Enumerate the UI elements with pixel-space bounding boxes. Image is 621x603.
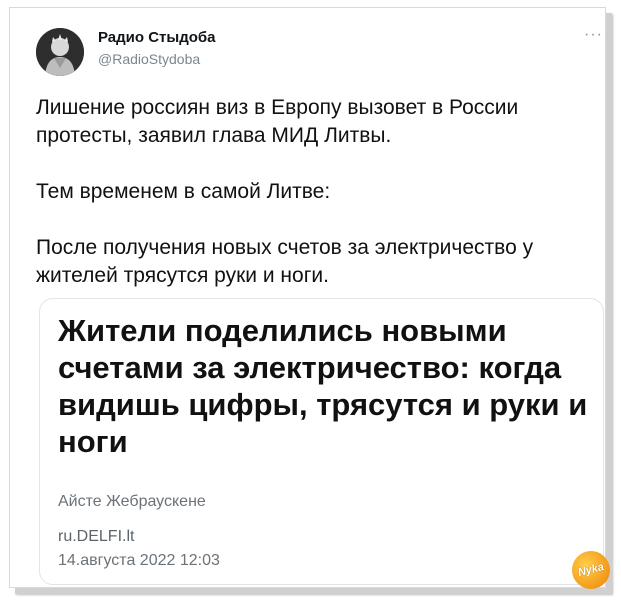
tweet-card: Радио Стыдоба @RadioStydoba ··· Лишение … — [9, 7, 615, 594]
user-name[interactable]: Радио Стыдоба — [98, 29, 216, 46]
avatar-image — [36, 28, 84, 76]
card-source[interactable]: ru.DELFI.lt — [58, 528, 134, 546]
tweet-text: Лишение россиян виз в Европу вызовет в Р… — [36, 94, 591, 290]
card-author: Айсте Жебраускене — [58, 493, 206, 510]
tweet-paragraph: После получения новых счетов за электрич… — [36, 236, 534, 287]
more-options-icon[interactable]: ··· — [584, 26, 603, 44]
card-date: 14.августа 2022 12:03 — [58, 552, 220, 569]
avatar[interactable] — [36, 28, 84, 76]
tweet-paragraph: Лишение россиян виз в Европу вызовет в Р… — [36, 96, 519, 147]
card-headline[interactable]: Жители поделились новыми счетами за элек… — [58, 312, 593, 460]
user-handle[interactable]: @RadioStydoba — [98, 51, 200, 67]
tweet-paragraph: Тем временем в самой Литве: — [36, 180, 331, 203]
link-preview-card[interactable]: Жители поделились новыми счетами за элек… — [39, 298, 604, 585]
